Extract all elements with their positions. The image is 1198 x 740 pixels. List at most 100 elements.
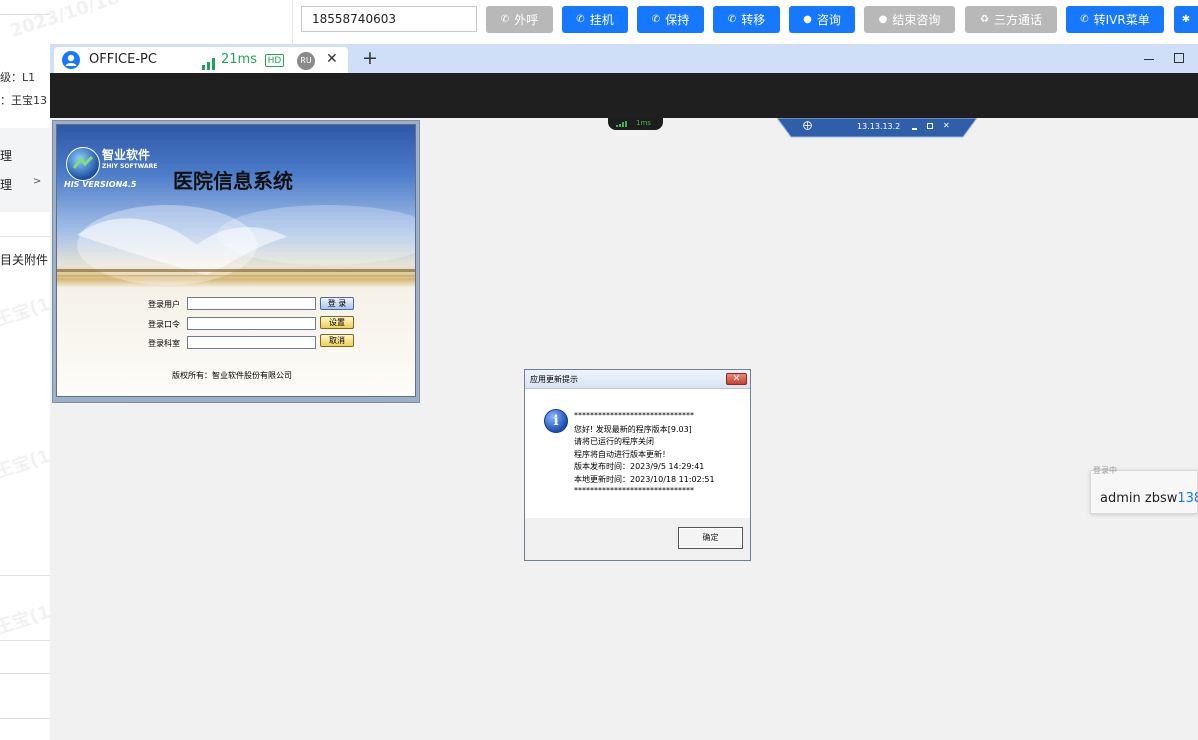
maximize-window-button[interactable] bbox=[1174, 53, 1184, 63]
latency-readout: 21ms bbox=[221, 52, 257, 67]
stars-line: ****************************** bbox=[574, 411, 694, 420]
button-label: 三方通话 bbox=[993, 13, 1042, 27]
copyright-text: 版权所有：智业软件股份有限公司 bbox=[172, 371, 292, 380]
remote-tab-bar: OFFICE-PC 21ms HD RU ✕ + bbox=[50, 44, 1198, 73]
login-user-prefix: admin zbsw bbox=[1100, 491, 1178, 506]
recycle-icon: ♻ bbox=[980, 14, 989, 25]
chat-icon: ● bbox=[803, 14, 812, 25]
login-status-text: 登录中 bbox=[1093, 466, 1117, 475]
watermark: 王宝(1 bbox=[0, 293, 54, 332]
agent-user-label: ：王宝13 bbox=[0, 94, 47, 107]
divider bbox=[0, 236, 50, 237]
minimize-window-button[interactable] bbox=[1144, 59, 1154, 60]
transfer-ivr-button[interactable]: ✆ 转IVR菜单 bbox=[1066, 6, 1164, 33]
password-label: 登录口令 bbox=[148, 320, 180, 329]
consult-button[interactable]: ● 咨询 bbox=[789, 6, 855, 33]
attachments-link[interactable]: 目关附件 bbox=[0, 251, 48, 268]
divider bbox=[0, 673, 50, 674]
bar-restore-icon[interactable] bbox=[927, 123, 933, 129]
message-line: 您好! 发现最新的程序版本[9.03] bbox=[574, 425, 692, 434]
watermark: 2023/10/18 bbox=[7, 0, 122, 42]
dialog-close-button[interactable]: ✕ bbox=[726, 373, 747, 385]
divider bbox=[0, 718, 50, 719]
gear-icon: ✱ bbox=[1181, 14, 1191, 25]
rdp-connection-bar[interactable]: ⨁ 13.13.13.2 ✕ bbox=[777, 118, 977, 138]
phone-icon: ✆ bbox=[1080, 14, 1089, 25]
info-icon: i bbox=[544, 409, 568, 433]
pill-latency: 1ms bbox=[636, 119, 651, 127]
local-update-time-line: 本地更新时间：2023/10/18 11:02:51 bbox=[574, 475, 715, 484]
phone-icon: ✆ bbox=[651, 14, 661, 25]
bar-minimize-icon[interactable] bbox=[912, 128, 917, 130]
login-user-suffix: 138 bbox=[1177, 491, 1198, 506]
login-user: admin zbsw138 bbox=[1100, 491, 1198, 506]
message-line: 请将已运行的程序关闭 bbox=[574, 437, 654, 446]
button-label: 转移 bbox=[741, 13, 766, 27]
his-login-window: 智业软件 ZHIY SOFTWARE HIS VERSION4.5 医院信息系统… bbox=[52, 120, 420, 403]
release-time-line: 版本发布时间：2023/9/5 14:29:41 bbox=[574, 462, 705, 471]
username-label: 登录用户 bbox=[148, 300, 180, 309]
signal-strength-icon bbox=[202, 55, 215, 70]
watermark: 王宝(1 bbox=[0, 601, 54, 640]
login-status-card: 登录中 admin zbsw138 bbox=[1090, 466, 1198, 514]
connection-ip-label: 13.13.13.2 bbox=[857, 122, 901, 131]
phone-icon: ✆ bbox=[500, 14, 510, 25]
end-consult-button[interactable]: ● 结束咨询 bbox=[864, 6, 955, 33]
hold-button[interactable]: ✆ 保持 bbox=[637, 6, 704, 33]
password-input[interactable] bbox=[187, 317, 316, 330]
version-label: HIS VERSION4.5 bbox=[64, 180, 137, 189]
user-avatar-icon bbox=[62, 51, 80, 69]
login-button[interactable]: 登 录 bbox=[320, 297, 354, 310]
update-notice-dialog: 应用更新提示 ✕ i *****************************… bbox=[524, 369, 751, 561]
nav-item-1[interactable]: 理 bbox=[0, 147, 12, 164]
agent-level-label: 级：L1 bbox=[0, 71, 36, 84]
zhiy-logo-icon bbox=[66, 147, 100, 181]
three-way-call-button[interactable]: ♻ 三方通话 bbox=[965, 6, 1057, 33]
nav-item-2[interactable]: 理 bbox=[0, 176, 12, 193]
button-label: 挂机 bbox=[589, 13, 614, 27]
ru-badge[interactable]: RU bbox=[297, 52, 315, 70]
session-title: OFFICE-PC bbox=[89, 52, 157, 67]
brand-en: ZHIY SOFTWARE bbox=[102, 163, 158, 170]
department-label: 登录科室 bbox=[148, 339, 180, 348]
divider bbox=[0, 640, 50, 641]
system-title: 医院信息系统 bbox=[173, 169, 293, 193]
more-toolbar-button[interactable]: ✱ bbox=[1174, 6, 1198, 33]
phone-number-input[interactable]: 18558740603 bbox=[301, 6, 477, 32]
chevron-right-icon: > bbox=[33, 176, 42, 187]
close-tab-icon[interactable]: ✕ bbox=[326, 51, 338, 67]
department-select[interactable] bbox=[187, 336, 316, 349]
outbound-call-button[interactable]: ✆ 外呼 bbox=[486, 6, 553, 33]
pin-icon[interactable]: ⨁ bbox=[803, 121, 812, 131]
button-label: 保持 bbox=[665, 13, 690, 27]
cancel-button[interactable]: 取消 bbox=[320, 334, 354, 347]
his-splash: 智业软件 ZHIY SOFTWARE HIS VERSION4.5 医院信息系统… bbox=[56, 124, 416, 397]
button-label: 转IVR菜单 bbox=[1093, 13, 1150, 27]
phone-icon: ✆ bbox=[727, 14, 737, 25]
chat-icon: ● bbox=[878, 14, 888, 25]
ok-button[interactable]: 确定 bbox=[678, 527, 743, 549]
button-label: 结束咨询 bbox=[892, 13, 941, 27]
hang-up-button[interactable]: ✆ 挂机 bbox=[562, 6, 628, 33]
username-input[interactable] bbox=[187, 297, 316, 310]
dialog-titlebar[interactable]: 应用更新提示 ✕ bbox=[525, 370, 750, 389]
new-tab-button[interactable]: + bbox=[362, 47, 378, 69]
nav-group bbox=[0, 128, 50, 212]
hd-badge: HD bbox=[265, 54, 284, 67]
divider bbox=[0, 575, 50, 576]
settings-button[interactable]: 设置 bbox=[320, 316, 354, 329]
divider bbox=[0, 14, 50, 15]
remote-black-bar bbox=[50, 73, 1198, 118]
transfer-button[interactable]: ✆ 转移 bbox=[713, 6, 780, 33]
brand-cn: 智业软件 bbox=[102, 148, 151, 162]
stars-line: ****************************** bbox=[574, 486, 694, 495]
signal-strength-icon bbox=[616, 121, 627, 127]
phone-icon: ✆ bbox=[576, 14, 585, 25]
button-label: 外呼 bbox=[514, 13, 539, 27]
bar-close-icon[interactable]: ✕ bbox=[943, 121, 950, 130]
message-line: 程序将自动进行版本更新！ bbox=[574, 450, 670, 459]
dialog-title: 应用更新提示 bbox=[530, 375, 578, 384]
watermark: 王宝(1 bbox=[0, 445, 54, 484]
button-label: 咨询 bbox=[816, 13, 841, 27]
remote-session-tab[interactable]: OFFICE-PC 21ms HD RU ✕ bbox=[54, 47, 348, 73]
